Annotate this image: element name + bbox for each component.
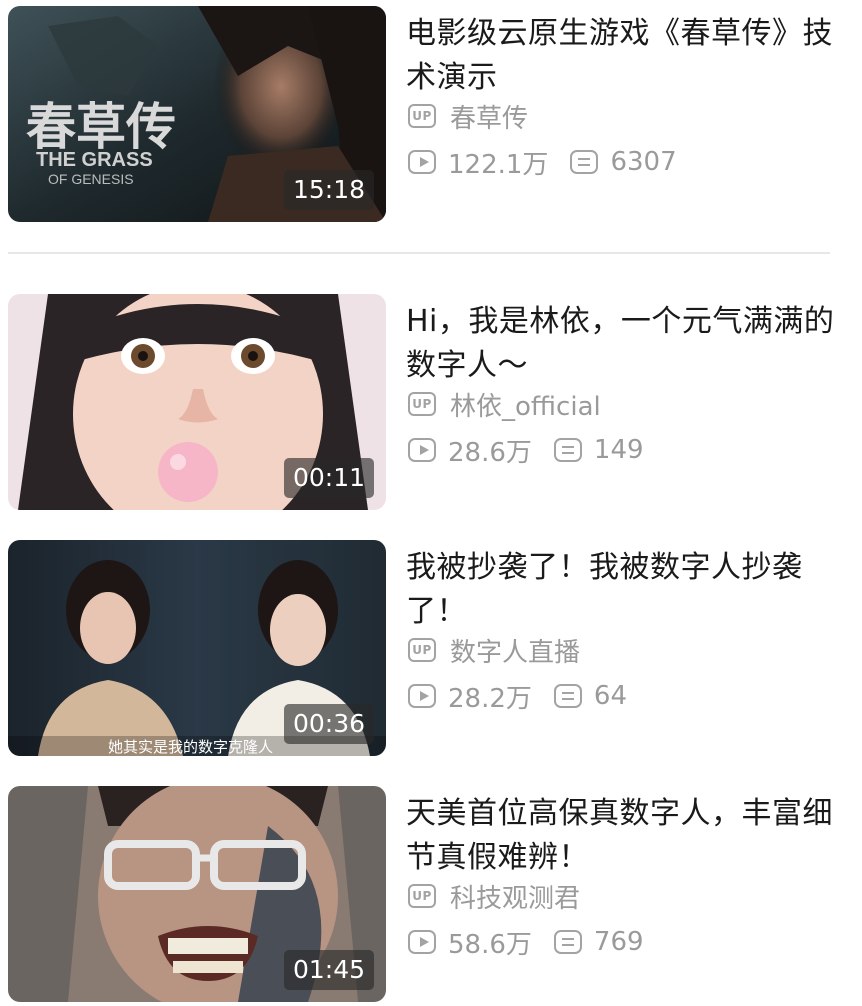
thumb-title-cn: 春草传 bbox=[26, 99, 176, 155]
section-divider bbox=[8, 252, 830, 254]
video-card[interactable]: 01:45 天美首位高保真数字人，丰富细节真假难辨！ UP 科技观测君 58.6… bbox=[0, 786, 862, 1002]
thumb-title-en: THE GRASS bbox=[36, 149, 153, 171]
up-badge-icon: UP bbox=[408, 884, 436, 908]
stats-row: 28.6万 149 bbox=[408, 432, 644, 468]
up-badge-icon: UP bbox=[408, 392, 436, 416]
thumb-subtitle-en: OF GENESIS bbox=[48, 171, 134, 187]
danmaku-count: 149 bbox=[593, 435, 644, 465]
play-count-icon bbox=[408, 930, 436, 954]
play-count-icon bbox=[408, 438, 436, 462]
video-title[interactable]: 我被抄袭了！我被数字人抄袭了！ bbox=[406, 546, 846, 634]
stats-row: 58.6万 769 bbox=[408, 924, 644, 960]
author-row[interactable]: UP 春草传 bbox=[408, 98, 528, 134]
play-count-icon bbox=[408, 150, 436, 174]
video-thumbnail[interactable]: 她其实是我的数字克隆人 00:36 bbox=[8, 540, 386, 756]
duration-badge: 01:45 bbox=[283, 950, 374, 990]
author-name[interactable]: 春草传 bbox=[450, 98, 528, 135]
danmaku-count: 769 bbox=[593, 927, 644, 957]
danmaku-count: 64 bbox=[593, 681, 627, 711]
play-count-icon bbox=[408, 684, 436, 708]
view-count: 122.1万 bbox=[448, 149, 549, 180]
up-badge-icon: UP bbox=[408, 638, 436, 662]
duration-badge: 15:18 bbox=[283, 170, 374, 210]
video-card[interactable]: 她其实是我的数字克隆人 00:36 我被抄袭了！我被数字人抄袭了！ UP 数字人… bbox=[0, 540, 862, 756]
video-card[interactable]: 春草传 THE GRASS OF GENESIS 15:18 电影级云原生游戏《… bbox=[0, 6, 862, 222]
video-title[interactable]: Hi，我是林依，一个元气满满的数字人～ bbox=[406, 300, 846, 388]
author-row[interactable]: UP 科技观测君 bbox=[408, 878, 580, 914]
video-thumbnail[interactable]: 01:45 bbox=[8, 786, 386, 1002]
danmaku-icon bbox=[570, 150, 599, 174]
duration-badge: 00:36 bbox=[283, 704, 374, 744]
video-subtitle: 她其实是我的数字克隆人 bbox=[108, 738, 273, 756]
view-count: 58.6万 bbox=[448, 929, 532, 960]
author-name[interactable]: 数字人直播 bbox=[450, 632, 580, 669]
video-title[interactable]: 天美首位高保真数字人，丰富细节真假难辨！ bbox=[406, 792, 846, 880]
view-count: 28.6万 bbox=[448, 437, 532, 468]
author-row[interactable]: UP 林依_official bbox=[408, 386, 601, 422]
view-count: 28.2万 bbox=[448, 683, 532, 714]
duration-badge: 00:11 bbox=[283, 458, 374, 498]
danmaku-icon bbox=[553, 438, 582, 462]
author-name[interactable]: 林依_official bbox=[450, 386, 601, 423]
video-thumbnail[interactable]: 春草传 THE GRASS OF GENESIS 15:18 bbox=[8, 6, 386, 222]
stats-row: 122.1万 6307 bbox=[408, 144, 677, 180]
video-feed: 春草传 THE GRASS OF GENESIS 15:18 电影级云原生游戏《… bbox=[0, 0, 862, 1006]
up-badge-icon: UP bbox=[408, 104, 436, 128]
danmaku-icon bbox=[553, 684, 582, 708]
video-card[interactable]: 00:11 Hi，我是林依，一个元气满满的数字人～ UP 林依_official… bbox=[0, 294, 862, 510]
danmaku-count: 6307 bbox=[610, 147, 677, 177]
author-name[interactable]: 科技观测君 bbox=[450, 878, 580, 915]
author-row[interactable]: UP 数字人直播 bbox=[408, 632, 580, 668]
danmaku-icon bbox=[553, 930, 582, 954]
stats-row: 28.2万 64 bbox=[408, 678, 627, 714]
video-thumbnail[interactable]: 00:11 bbox=[8, 294, 386, 510]
video-title[interactable]: 电影级云原生游戏《春草传》技术演示 bbox=[406, 12, 846, 100]
